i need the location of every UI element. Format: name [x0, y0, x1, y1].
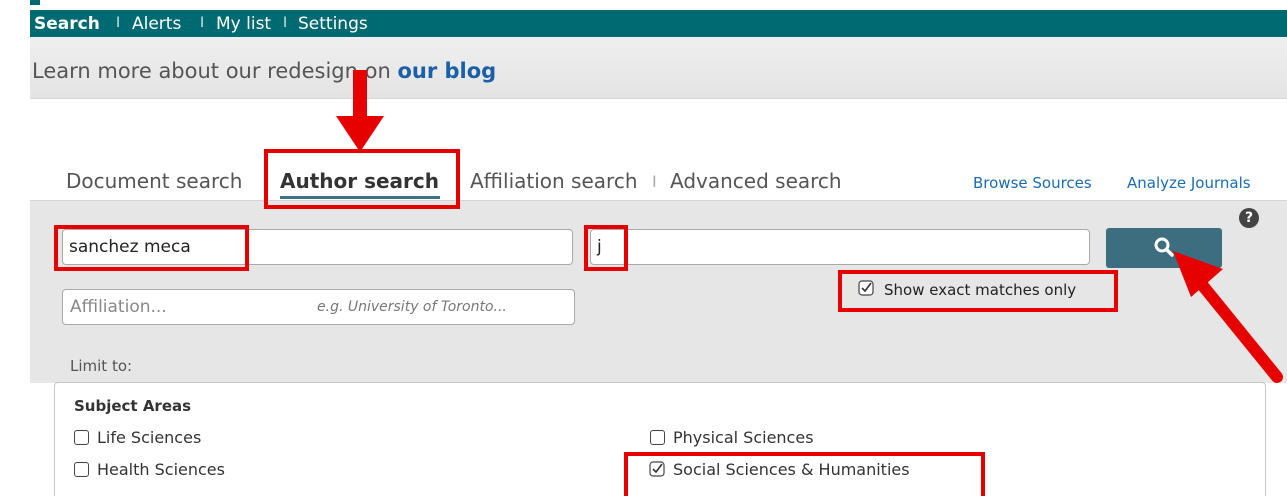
health-sciences-checkbox[interactable]	[74, 462, 89, 477]
logo-fragment	[30, 0, 40, 5]
tab-affiliation-search[interactable]: Affiliation search	[470, 169, 638, 193]
tab-separator: I	[652, 172, 657, 191]
affiliation-example: e.g. University of Toronto...	[317, 299, 507, 315]
tab-document-search[interactable]: Document search	[66, 169, 242, 193]
arrow-diagonal-icon	[1173, 251, 1283, 383]
tab-advanced-search[interactable]: Advanced search	[670, 169, 842, 193]
annotation-box-author-tab	[264, 149, 460, 209]
life-sciences-label: Life Sciences	[97, 428, 202, 447]
annotation-box-exact-matches	[838, 270, 1118, 312]
banner-message: Learn more about our redesign on our blo…	[32, 59, 496, 83]
nav-separator: I	[116, 15, 121, 31]
annotation-box-social-sciences	[624, 452, 985, 496]
browse-sources-link[interactable]: Browse Sources	[973, 174, 1092, 192]
subject-areas-heading: Subject Areas	[74, 397, 192, 415]
top-nav-bar: Search I Alerts I My list I Settings	[30, 10, 1287, 37]
nav-search[interactable]: Search	[34, 14, 100, 34]
limit-to-label: Limit to:	[70, 357, 133, 375]
life-sciences-checkbox[interactable]	[74, 430, 89, 445]
annotation-box-last-name	[54, 225, 249, 271]
nav-my-list[interactable]: My list	[216, 14, 271, 34]
analyze-journals-link[interactable]: Analyze Journals	[1127, 174, 1251, 192]
nav-alerts[interactable]: Alerts	[132, 14, 181, 34]
nav-separator: I	[283, 15, 288, 31]
help-icon[interactable]: ?	[1239, 208, 1259, 228]
health-sciences-label: Health Sciences	[97, 460, 225, 479]
nav-settings[interactable]: Settings	[298, 14, 368, 34]
nav-separator: I	[200, 15, 205, 31]
author-first-name-input[interactable]: j	[590, 229, 1090, 265]
arrow-down-icon	[336, 70, 384, 152]
physical-sciences-checkbox[interactable]	[650, 430, 665, 445]
physical-sciences-label: Physical Sciences	[673, 428, 814, 447]
affiliation-input[interactable]: Affiliation... e.g. University of Toront…	[62, 289, 575, 325]
blog-link[interactable]: our blog	[397, 59, 496, 83]
affiliation-placeholder: Affiliation...	[70, 297, 167, 317]
annotation-box-first-name	[584, 225, 628, 271]
redesign-banner: Learn more about our redesign on our blo…	[30, 37, 1287, 99]
